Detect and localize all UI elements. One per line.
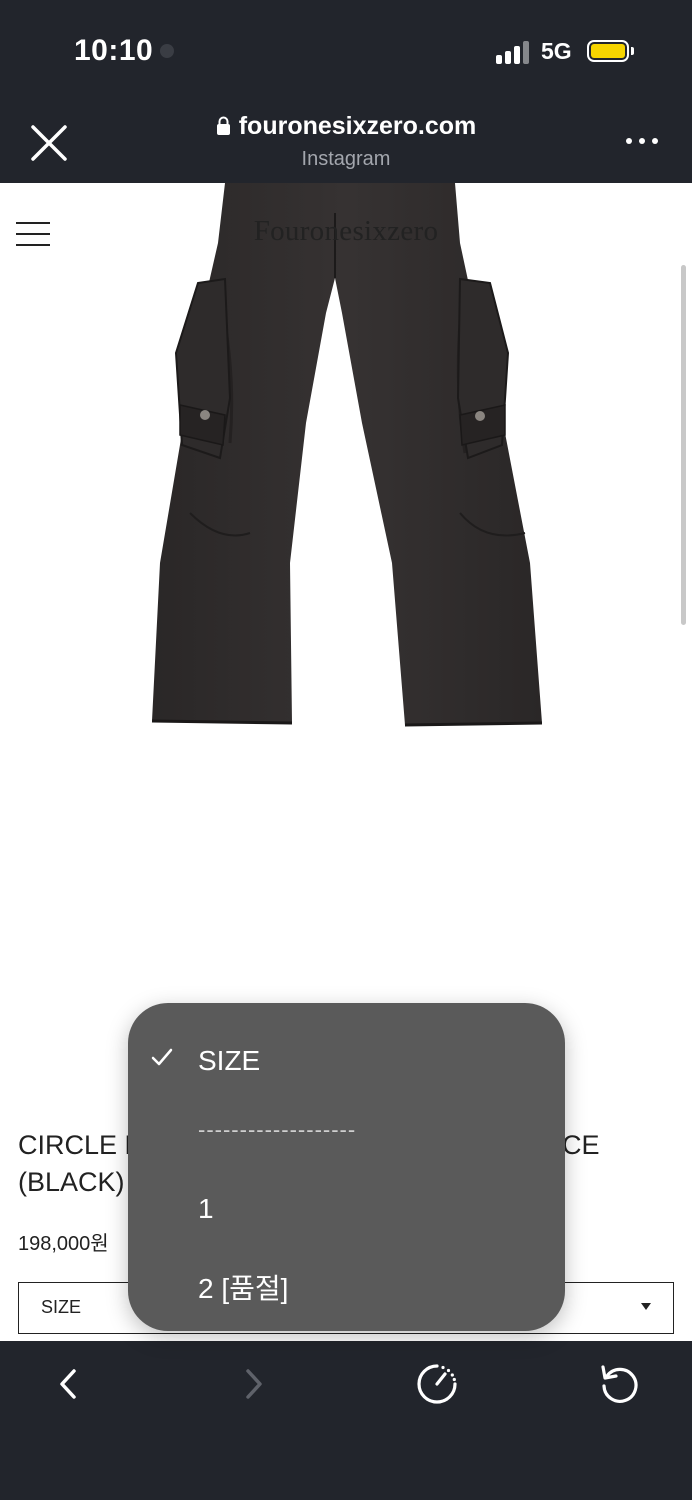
size-option-2[interactable]: 2 [품절]	[128, 1249, 565, 1311]
signal-icon	[496, 40, 530, 64]
size-option-separator: -------------------	[128, 1101, 565, 1163]
page-scrollbar[interactable]	[681, 265, 686, 625]
product-price: 198,000원	[18, 1233, 109, 1255]
browser-top-bar: 10:10 5G fouronesixzero.com Instagram	[0, 0, 692, 183]
size-option-label: -------------------	[198, 1117, 357, 1142]
dropdown-arrow-icon	[641, 1303, 651, 1310]
browser-bottom-bar	[0, 1341, 692, 1500]
lock-icon	[216, 116, 230, 135]
product-name-tail: CE	[562, 1130, 600, 1160]
size-option-label: 1	[198, 1193, 214, 1224]
speedometer-icon	[417, 1364, 457, 1404]
size-option-1[interactable]: 1	[128, 1175, 565, 1237]
speed-button[interactable]	[407, 1359, 467, 1409]
forward-button[interactable]	[224, 1359, 284, 1409]
back-button[interactable]	[38, 1359, 98, 1409]
product-image[interactable]	[130, 183, 570, 743]
chevron-left-icon	[60, 1369, 76, 1399]
status-indicator-dot	[160, 44, 174, 58]
more-icon	[626, 138, 632, 144]
network-label: 5G	[541, 38, 572, 64]
size-dropdown-menu[interactable]: SIZE ------------------- 1 2 [품절]	[128, 1003, 565, 1331]
more-options-button[interactable]	[626, 138, 660, 148]
size-select-value: SIZE	[41, 1297, 82, 1317]
address-area[interactable]: fouronesixzero.com Instagram	[0, 112, 692, 171]
size-option-label: 2 [품절]	[198, 1273, 289, 1304]
reload-icon	[601, 1365, 638, 1403]
battery-tip	[631, 47, 634, 55]
size-option-size[interactable]: SIZE	[128, 1027, 565, 1089]
site-logo[interactable]: Fouronesixzero	[0, 215, 692, 248]
url-text: fouronesixzero.com	[238, 112, 477, 140]
chevron-right-icon	[246, 1369, 262, 1399]
status-time: 10:10	[74, 34, 154, 67]
size-option-label: SIZE	[198, 1045, 261, 1076]
checkmark-icon	[151, 1048, 173, 1066]
battery-icon	[587, 40, 629, 62]
reload-button[interactable]	[590, 1359, 650, 1409]
source-label: Instagram	[301, 147, 391, 170]
